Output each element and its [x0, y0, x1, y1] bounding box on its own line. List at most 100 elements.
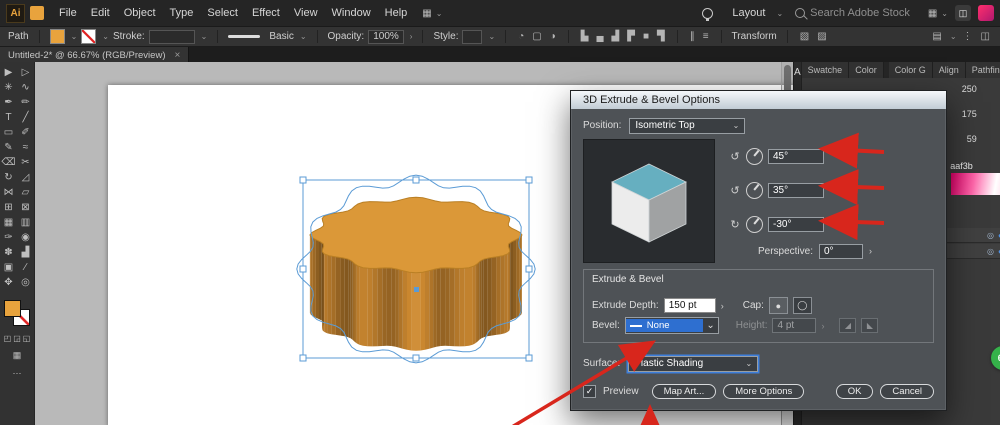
scissors-tool[interactable]: ✂: [18, 155, 33, 170]
layer-row[interactable]: ◎ ●: [944, 244, 1000, 259]
brush-definition-dropdown[interactable]: Basic: [269, 31, 293, 42]
character-panel-icon[interactable]: A: [794, 67, 801, 78]
distribute-horizontal-icon[interactable]: ∥: [688, 31, 697, 42]
pencil-tool[interactable]: ✎: [1, 140, 16, 155]
lasso-tool[interactable]: ∿: [18, 80, 33, 95]
curvature-tool[interactable]: ✏: [18, 95, 33, 110]
menu-item[interactable]: Object: [117, 5, 163, 21]
type-tool[interactable]: T: [1, 110, 16, 125]
free-transform-tool[interactable]: ▱: [18, 185, 33, 200]
rotate-tool[interactable]: ↻: [1, 170, 16, 185]
fill-color-swatch[interactable]: [49, 29, 65, 44]
align-center-icon[interactable]: ▄: [594, 31, 605, 42]
home-icon[interactable]: [30, 6, 44, 20]
cap-on-icon[interactable]: ●: [768, 297, 788, 314]
visibility-icon[interactable]: ◎: [987, 247, 994, 256]
panel-field-value[interactable]: 250: [962, 84, 977, 94]
panel-tab[interactable]: Align: [932, 62, 966, 78]
pen-tool[interactable]: ✒: [1, 95, 16, 110]
graph-tool[interactable]: ▟: [18, 245, 33, 260]
workspace-switcher-icon[interactable]: ▦: [422, 8, 431, 19]
stroke-color-swatch[interactable]: [81, 29, 97, 44]
symbol-sprayer-tool[interactable]: ✽: [1, 245, 16, 260]
opacity-field[interactable]: 100%: [368, 29, 404, 44]
layout-dropdown[interactable]: Layout: [725, 5, 772, 21]
menu-item[interactable]: Edit: [84, 5, 117, 21]
rectangle-tool[interactable]: ▭: [1, 125, 16, 140]
rotation-dial-icon[interactable]: [746, 147, 763, 165]
panel-dock-icon[interactable]: ◫: [979, 31, 992, 42]
arrange-documents-icon[interactable]: ▤: [930, 31, 943, 42]
dialog-title[interactable]: 3D Extrude & Bevel Options: [571, 91, 946, 109]
illustrator-logo-icon[interactable]: Ai: [6, 3, 25, 23]
panel-tab[interactable]: Color: [849, 62, 884, 78]
menu-item[interactable]: Window: [325, 5, 378, 21]
artboard-tool[interactable]: ▣: [1, 260, 16, 275]
cap-off-icon[interactable]: ◯: [792, 297, 812, 314]
perspective-grid-tool[interactable]: ⊠: [18, 200, 33, 215]
shaper-tool[interactable]: ≈: [18, 140, 33, 155]
surface-dropdown[interactable]: Plastic Shading ⌄: [628, 355, 759, 372]
shape-properties-icon[interactable]: ▧: [798, 31, 811, 42]
align-middle-icon[interactable]: ■: [641, 31, 651, 42]
ok-button[interactable]: OK: [835, 384, 874, 399]
layer-row[interactable]: ◎ ●: [944, 228, 1000, 243]
menu-item[interactable]: View: [287, 5, 325, 21]
isolate-icon[interactable]: ▢: [530, 31, 543, 42]
eyedropper-tool[interactable]: ✑: [1, 230, 16, 245]
map-art-button[interactable]: Map Art...: [651, 384, 717, 399]
blend-tool[interactable]: ◉: [18, 230, 33, 245]
direct-selection-tool[interactable]: ▷: [18, 65, 33, 80]
transform-panel-link[interactable]: Transform: [732, 31, 777, 42]
draw-behind-icon[interactable]: ◲: [13, 334, 21, 343]
discover-lightbulb-icon[interactable]: [702, 7, 714, 21]
panel-field-value[interactable]: 175: [962, 109, 977, 119]
stepper-icon[interactable]: ›: [721, 301, 724, 311]
color-spectrum-bar[interactable]: [950, 173, 1000, 195]
hex-color-value[interactable]: aaf3b: [950, 161, 973, 171]
preferences-icon[interactable]: ▨: [815, 31, 828, 42]
more-options-button[interactable]: More Options: [723, 384, 805, 399]
panel-tab[interactable]: Swatche: [801, 62, 850, 78]
menu-item[interactable]: Effect: [245, 5, 287, 21]
document-setup-icon[interactable]: ◔: [516, 31, 526, 42]
fill-color-indicator[interactable]: [4, 300, 21, 317]
line-segment-tool[interactable]: ╱: [18, 110, 33, 125]
stock-grid-icon[interactable]: ▦: [928, 8, 937, 19]
distribute-vertical-icon[interactable]: ≡: [701, 31, 711, 42]
stroke-weight-dropdown[interactable]: [148, 29, 195, 44]
graphic-style-dropdown[interactable]: [462, 29, 483, 44]
align-right-icon[interactable]: ▟: [610, 31, 622, 42]
recolor-icon[interactable]: ◑: [548, 31, 558, 42]
align-top-icon[interactable]: ▛: [625, 31, 637, 42]
visibility-icon[interactable]: ◎: [987, 231, 994, 240]
gradient-tool[interactable]: ▥: [18, 215, 33, 230]
menu-item[interactable]: Type: [163, 5, 201, 21]
zoom-tool[interactable]: ◎: [18, 275, 33, 290]
draw-normal-icon[interactable]: ◰: [4, 334, 12, 343]
menu-item[interactable]: File: [52, 5, 84, 21]
eraser-tool[interactable]: ⌫: [1, 155, 16, 170]
edit-toolbar-icon[interactable]: ⋯: [13, 368, 22, 379]
panel-tab[interactable]: Pathfin: [965, 62, 1000, 78]
rotation-angle-field[interactable]: -30°: [768, 216, 824, 232]
document-tab[interactable]: Untitled-2* @ 66.67% (RGB/Preview) ×: [0, 47, 190, 62]
perspective-field[interactable]: 0°: [819, 243, 863, 259]
rotation-dial-icon[interactable]: [746, 181, 763, 199]
app-switcher-icon[interactable]: ◫: [955, 5, 971, 21]
orientation-cube-preview[interactable]: [583, 139, 715, 263]
more-options-icon[interactable]: ⋮: [961, 31, 975, 42]
shape-builder-tool[interactable]: ⊞: [1, 200, 16, 215]
selection-tool[interactable]: ▶: [1, 65, 16, 80]
panel-field-value[interactable]: 59: [967, 134, 977, 144]
rotation-angle-field[interactable]: 35°: [768, 182, 824, 198]
rotation-angle-field[interactable]: 45°: [768, 148, 824, 164]
preview-checkbox[interactable]: [583, 385, 596, 398]
bevel-dropdown[interactable]: None ⌄: [624, 317, 719, 334]
rotation-dial-icon[interactable]: [746, 215, 763, 233]
width-tool[interactable]: ⋈: [1, 185, 16, 200]
chevron-right-icon[interactable]: ›: [869, 246, 872, 256]
scale-tool[interactable]: ◿: [18, 170, 33, 185]
panel-tab[interactable]: Color G: [888, 62, 933, 78]
notification-badge[interactable]: 68: [990, 346, 1000, 370]
